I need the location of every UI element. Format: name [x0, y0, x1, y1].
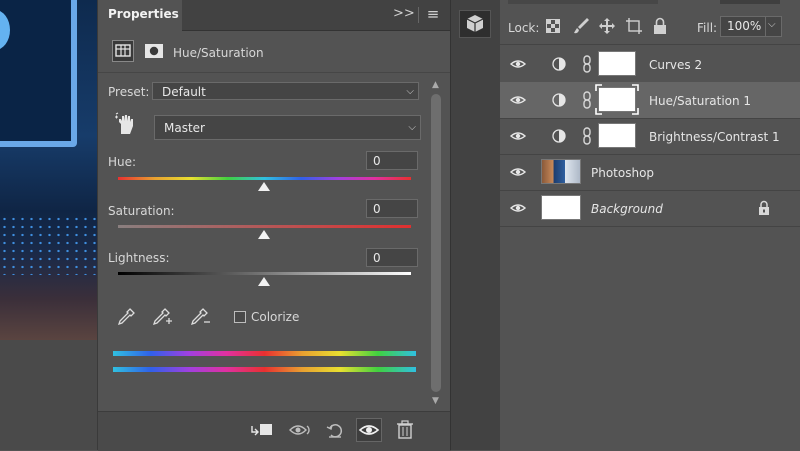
scroll-up-icon[interactable]: ▲ [432, 80, 439, 90]
canvas-artwork-frame [0, 0, 77, 147]
lock-artboard-icon[interactable] [625, 17, 643, 35]
channel-value: Master [164, 121, 205, 135]
adjustment-layer-icon [552, 129, 566, 143]
chain-link-icon[interactable] [582, 91, 592, 109]
adjustment-type-icon[interactable] [112, 40, 134, 62]
document-canvas[interactable] [0, 0, 97, 340]
panel-menu-icon[interactable]: ≡ [425, 5, 441, 23]
colorize-label: Colorize [251, 310, 300, 324]
hue-track[interactable] [118, 177, 411, 180]
lock-image-pixels-brush-icon[interactable] [572, 17, 590, 35]
lock-transparent-pixels-icon[interactable] [545, 18, 561, 34]
color-range-bar-bottom [113, 367, 416, 372]
layer-image-thumbnail[interactable] [541, 195, 581, 220]
lock-all-icon[interactable] [653, 17, 667, 35]
layer-name: Hue/Saturation 1 [649, 94, 752, 108]
layer-name: Background [591, 202, 663, 216]
adjustment-layer-icon [552, 93, 566, 107]
saturation-label: Saturation: [108, 204, 175, 218]
hue-value-field[interactable]: 0 [366, 151, 418, 170]
trash-icon[interactable] [396, 420, 414, 440]
saturation-slider-thumb[interactable] [258, 230, 270, 239]
properties-bottom-bar [98, 411, 451, 451]
layer-mask-thumbnail[interactable] [598, 51, 636, 76]
clip-to-layer-icon[interactable] [248, 420, 276, 440]
panel-top-edge-left [508, 0, 658, 4]
layer-name: Photoshop [591, 166, 655, 180]
targeted-adjustment-hand-icon[interactable] [114, 112, 136, 136]
adjustment-layer-icon [552, 57, 566, 71]
properties-tab[interactable]: Properties [98, 0, 182, 31]
chain-link-icon[interactable] [582, 55, 592, 73]
chevron-down-icon[interactable]: ⌵ [768, 19, 776, 30]
hue-slider-thumb[interactable] [258, 182, 270, 191]
chevron-down-icon: ⌵ [408, 122, 416, 133]
chain-link-icon[interactable] [582, 127, 592, 145]
pasteboard [0, 340, 97, 450]
fill-label: Fill: [697, 21, 718, 35]
layer-row-photoshop[interactable]: Photoshop [500, 154, 800, 191]
layer-image-thumbnail[interactable] [541, 159, 581, 184]
fill-value: 100% [727, 19, 762, 33]
toggle-visibility-icon[interactable] [356, 418, 382, 442]
eye-icon[interactable] [509, 200, 527, 216]
color-range-bar-top [113, 351, 416, 356]
view-previous-state-icon[interactable] [288, 420, 314, 440]
lightness-slider-thumb[interactable] [258, 277, 270, 286]
preset-label: Preset: [108, 85, 150, 99]
lightness-value-field[interactable]: 0 [366, 248, 418, 267]
3d-cube-icon[interactable] [459, 10, 491, 38]
properties-tab-bar: Properties >> ≡ [98, 0, 451, 31]
eye-icon[interactable] [509, 92, 527, 108]
fill-dropdown-divider [765, 17, 766, 36]
layer-mask-thumbnail[interactable] [598, 123, 636, 148]
adjustment-title: Hue/Saturation [173, 46, 264, 60]
lock-position-move-icon[interactable] [598, 17, 616, 35]
layer-row-brightness-contrast-1[interactable]: Brightness/Contrast 1 [500, 118, 800, 155]
properties-scrollbar[interactable]: ▲ ▼ [429, 80, 443, 410]
panel-dock-strip [450, 0, 502, 450]
eye-icon[interactable] [509, 56, 527, 72]
saturation-track[interactable] [118, 225, 411, 228]
chevron-down-icon: ⌵ [406, 86, 414, 97]
eyedropper-icon[interactable] [116, 307, 136, 327]
lightness-track[interactable] [118, 272, 411, 275]
eyedropper-subtract-icon[interactable] [189, 307, 211, 327]
channel-dropdown[interactable]: Master ⌵ [154, 115, 421, 140]
layer-row-curves-2[interactable]: Curves 2 [500, 46, 800, 83]
layer-row-background[interactable]: Background [500, 190, 800, 227]
preset-dropdown[interactable]: Default ⌵ [152, 82, 419, 100]
reset-icon[interactable] [325, 420, 345, 440]
layer-row-hue-saturation-1[interactable]: Hue/Saturation 1 [500, 82, 800, 119]
canvas-artwork-lights [0, 215, 97, 275]
eye-icon[interactable] [509, 164, 527, 180]
layers-panel: Lock: Fill: 100% ⌵ Curves 2 Hue/Saturati… [500, 0, 800, 450]
layer-name: Brightness/Contrast 1 [649, 130, 780, 144]
colorize-checkbox[interactable] [234, 311, 246, 323]
fill-dropdown[interactable]: 100% ⌵ [720, 16, 782, 37]
expand-panel-icon[interactable]: >> [393, 5, 415, 23]
layer-mask-icon[interactable] [144, 42, 164, 60]
lock-row-divider [500, 44, 800, 45]
layer-name: Curves 2 [649, 58, 703, 72]
saturation-value-field[interactable]: 0 [366, 199, 418, 218]
tabbar-divider [418, 7, 419, 23]
lightness-label: Lightness: [108, 251, 170, 265]
eyedropper-add-icon[interactable] [151, 307, 173, 327]
eye-icon[interactable] [509, 128, 527, 144]
hue-label: Hue: [108, 155, 137, 169]
header-divider [98, 72, 451, 73]
panel-top-edge [720, 0, 780, 4]
scrollbar-thumb[interactable] [431, 94, 441, 392]
layer-mask-thumbnail[interactable] [598, 87, 636, 112]
lock-label: Lock: [508, 21, 540, 35]
preset-value: Default [162, 85, 206, 99]
scroll-down-icon[interactable]: ▼ [432, 396, 439, 406]
lock-icon[interactable] [757, 200, 771, 216]
properties-panel: Properties >> ≡ Hue/Saturation Preset: D… [97, 0, 451, 451]
